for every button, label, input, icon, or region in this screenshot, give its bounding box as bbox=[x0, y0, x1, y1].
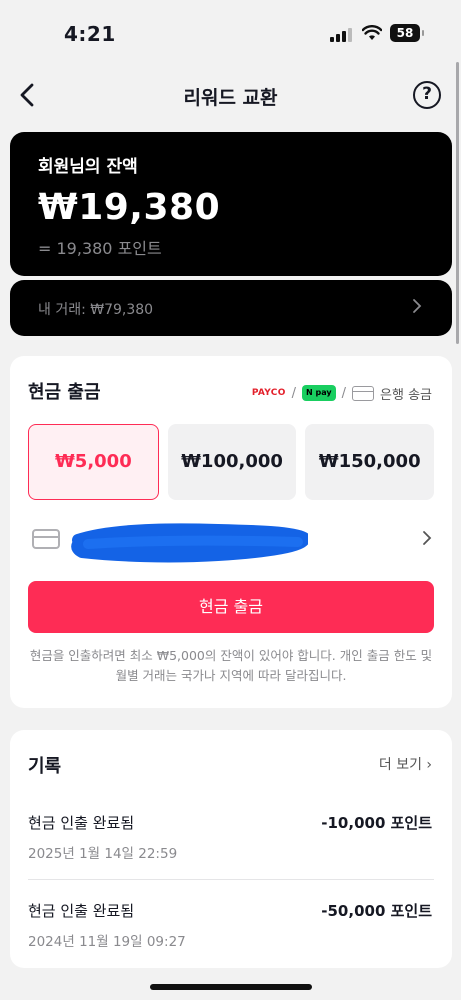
battery-icon: 58 bbox=[390, 24, 424, 42]
amount-option-150000[interactable]: ₩150,000 bbox=[305, 424, 435, 500]
history-more-link[interactable]: 더 보기 › bbox=[379, 754, 432, 774]
divider bbox=[28, 879, 434, 880]
balance-card: 회원님의 잔액 ₩19,380 = 19,380 포인트 bbox=[10, 132, 452, 276]
withdraw-title: 현금 출금 bbox=[28, 382, 101, 403]
payment-methods: PAYCO / N pay / 은행 송금 bbox=[252, 383, 432, 403]
redacted-account-scribble bbox=[71, 523, 308, 563]
history-title: 기록 bbox=[28, 756, 62, 777]
history-item[interactable]: 현금 인출 완료됨 2024년 11월 19일 09:27 -50,000 포인… bbox=[28, 900, 434, 964]
account-selector[interactable] bbox=[28, 516, 434, 563]
method-separator: / bbox=[341, 385, 347, 401]
bank-card-icon bbox=[352, 385, 375, 401]
payco-logo: PAYCO bbox=[251, 388, 286, 398]
cash-withdraw-button[interactable]: 현금 출금 bbox=[28, 581, 434, 633]
help-icon[interactable]: ? bbox=[413, 81, 441, 109]
chevron-right-icon bbox=[423, 531, 432, 545]
wifi-icon bbox=[362, 25, 382, 40]
history-item[interactable]: 현금 인출 완료됨 2025년 1월 14일 22:59 -10,000 포인트 bbox=[28, 812, 434, 876]
credit-card-icon bbox=[32, 529, 60, 549]
amount-options: ₩5,000 ₩100,000 ₩150,000 bbox=[28, 424, 435, 500]
balance-label: 회원님의 잔액 bbox=[38, 157, 138, 177]
my-transactions-row[interactable]: 내 거래: ₩79,380 bbox=[10, 280, 452, 336]
method-separator: / bbox=[291, 385, 297, 401]
home-indicator[interactable] bbox=[150, 984, 312, 990]
history-item-amount: -50,000 포인트 bbox=[321, 902, 432, 920]
page-title: 리워드 교환 bbox=[183, 87, 278, 109]
signal-icon bbox=[330, 27, 352, 42]
withdraw-notice: 현금을 인출하려면 최소 ₩5,000의 잔액이 있어야 합니다. 개인 출금 … bbox=[29, 648, 433, 683]
npay-logo: N pay bbox=[302, 385, 336, 401]
status-bar: 4:21 58 bbox=[0, 0, 461, 62]
amount-option-100000[interactable]: ₩100,000 bbox=[167, 424, 297, 500]
header: 리워드 교환 ? bbox=[0, 70, 461, 120]
my-transactions-label: 내 거래: ₩79,380 bbox=[38, 302, 154, 318]
balance-points: = 19,380 포인트 bbox=[38, 239, 162, 258]
history-card: 기록 더 보기 › 현금 인출 완료됨 2025년 1월 14일 22:59 -… bbox=[10, 730, 452, 968]
history-item-date: 2024년 11월 19일 09:27 bbox=[28, 934, 186, 950]
status-time: 4:21 bbox=[64, 22, 116, 46]
history-item-amount: -10,000 포인트 bbox=[321, 814, 432, 832]
amount-option-5000[interactable]: ₩5,000 bbox=[28, 424, 159, 500]
bank-transfer-label: 은행 송금 bbox=[380, 387, 432, 403]
withdraw-card: 현금 출금 PAYCO / N pay / 은행 송금 ₩5,000 ₩100,… bbox=[10, 356, 452, 708]
balance-amount: ₩19,380 bbox=[38, 187, 221, 228]
history-item-title: 현금 인출 완료됨 bbox=[28, 814, 135, 832]
chevron-right-icon bbox=[413, 299, 422, 313]
history-item-date: 2025년 1월 14일 22:59 bbox=[28, 846, 178, 862]
history-item-title: 현금 인출 완료됨 bbox=[28, 902, 135, 920]
